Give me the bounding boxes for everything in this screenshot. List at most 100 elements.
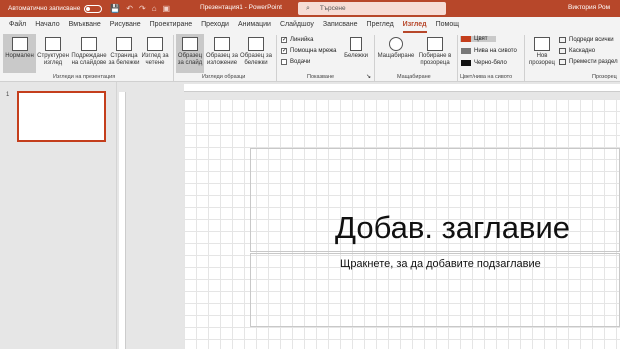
tab-draw[interactable]: Рисуване [110,17,141,33]
fit-to-window-button[interactable]: Побиране в прозореца [416,34,454,73]
slide-sorter-icon [81,37,97,51]
reading-view-label: Изглед за четене [141,53,169,66]
notes-master-icon [248,37,264,51]
normal-view-button[interactable]: Нормален [3,34,36,73]
separator [173,35,174,81]
cascade-label: Каскадно [569,48,596,54]
zoom-button[interactable]: Мащабиране [376,34,416,73]
search-placeholder: Търсене [319,5,346,12]
tab-animations[interactable]: Анимации [238,17,271,33]
outline-view-label: Структурен изглед [37,53,69,66]
color-swatch-icon [461,36,471,42]
gridlines-label: Помощна мрежа [290,48,337,54]
reading-view-button[interactable]: Изглед за четене [140,34,170,73]
checkmark-icon: ✓ [281,48,288,54]
search-icon: ⌕ [306,4,310,12]
slide-subtitle[interactable]: Щракнете, за да добавите подзаглавие [340,258,541,270]
notes-master-label: Образец за бележки [240,53,272,66]
empty-checkbox-icon [281,59,287,65]
notes-button[interactable]: Бележки [341,34,371,73]
cascade-icon [559,48,566,54]
grayscale-swatch-icon [461,48,471,54]
outline-view-icon [45,37,61,51]
tab-design[interactable]: Проектиране [150,17,193,33]
grayscale-button[interactable]: Нива на сивото [461,48,517,54]
slide-thumbnail-pane: 1 [0,82,117,349]
notes-page-button[interactable]: Страница за бележки [108,34,140,73]
color-label: Цвят [474,36,488,42]
separator [374,35,375,81]
group-color: Цвет/нива на сивото [460,74,513,80]
new-window-button[interactable]: Нов прозорец [527,34,557,73]
notes-icon [350,37,362,51]
ribbon: Нормален Структурен изглед Подреждане на… [0,33,620,82]
slide-master-label: Образец за слайд [177,53,203,66]
tab-slideshow[interactable]: Слайдшоу [280,17,314,33]
normal-view-label: Нормален [5,53,34,59]
window-title: Презентация1 - PowerPoint [200,4,282,11]
arrange-all-label: Подреди всички [569,37,614,43]
slide-sorter-button[interactable]: Подреждане на слайдове [70,34,108,73]
horizontal-ruler [184,84,620,92]
home-icon[interactable]: ⌂ [152,4,157,13]
tab-transitions[interactable]: Преходи [201,17,229,33]
reading-view-icon [147,37,163,51]
tab-view[interactable]: Изглед [402,17,427,33]
notes-page-label: Страница за бележки [108,53,140,66]
separator [524,35,525,81]
slide-master-icon [182,37,198,51]
black-white-button[interactable]: Черно-бяло [461,60,507,66]
new-window-icon [534,37,550,51]
tab-insert[interactable]: Вмъкване [69,17,101,33]
present-icon[interactable]: ▣ [163,4,171,13]
group-master-views: Изгледи образци [202,74,246,80]
dialog-launcher-icon[interactable]: ↘ [366,73,371,80]
tab-record[interactable]: Записване [323,17,358,33]
normal-view-icon [11,37,28,51]
tab-file[interactable]: Файл [9,17,26,33]
undo-icon[interactable]: ↶ [126,4,133,13]
search-box[interactable]: ⌕ Търсене [298,2,446,15]
slide-number: 1 [6,92,10,98]
group-window: Прозорец [592,74,617,80]
slide-master-button[interactable]: Образец за слайд [176,34,204,73]
guides-checkbox[interactable]: Водачи [281,59,310,65]
slide-title[interactable]: Добав. заглавие [335,210,570,246]
notes-label: Бележки [344,53,368,59]
handout-master-button[interactable]: Образец за изложение [204,34,240,73]
save-icon[interactable]: 💾 [110,4,120,13]
move-split-button[interactable]: Премести раздел [559,59,618,65]
outline-view-button[interactable]: Структурен изглед [36,34,70,73]
notes-master-button[interactable]: Образец за бележки [240,34,272,73]
vertical-ruler [119,92,126,349]
move-split-icon [559,59,566,65]
arrange-all-button[interactable]: Подреди всички [559,37,614,43]
ruler-checkbox[interactable]: ✓ Линийка [281,37,313,43]
separator [276,35,277,81]
user-name[interactable]: Виктория Ром [568,4,610,11]
cascade-button[interactable]: Каскадно [559,48,595,54]
autosave-toggle[interactable] [84,4,103,13]
gridlines-checkbox[interactable]: ✓ Помощна мрежа [281,48,336,54]
arrange-all-icon [559,37,566,43]
group-zoom: Мащабиране [397,74,431,80]
tab-help[interactable]: Помощ [436,17,459,33]
ruler-label: Линийка [290,37,314,43]
slide-thumbnail[interactable] [17,91,106,142]
bw-swatch-icon [461,60,471,66]
redo-icon[interactable]: ↷ [139,4,146,13]
ribbon-tabs: Файл Начало Вмъкване Рисуване Проектиран… [0,17,620,33]
notes-page-icon [116,37,132,51]
move-split-label: Премести раздел [569,59,618,65]
guides-label: Водачи [290,59,311,65]
new-window-label: Нов прозорец [529,53,555,66]
checkmark-icon: ✓ [281,37,288,43]
color-button[interactable]: Цвят [460,36,496,42]
separator [457,35,458,81]
group-show: Показване [307,74,335,80]
tab-home[interactable]: Начало [35,17,59,33]
tab-review[interactable]: Преглед [367,17,394,33]
quick-access-toolbar: 💾 ↶ ↷ ⌂ ▣ [110,4,170,13]
handout-master-icon [214,37,230,51]
autosave-label: Автоматично записване [8,5,81,12]
